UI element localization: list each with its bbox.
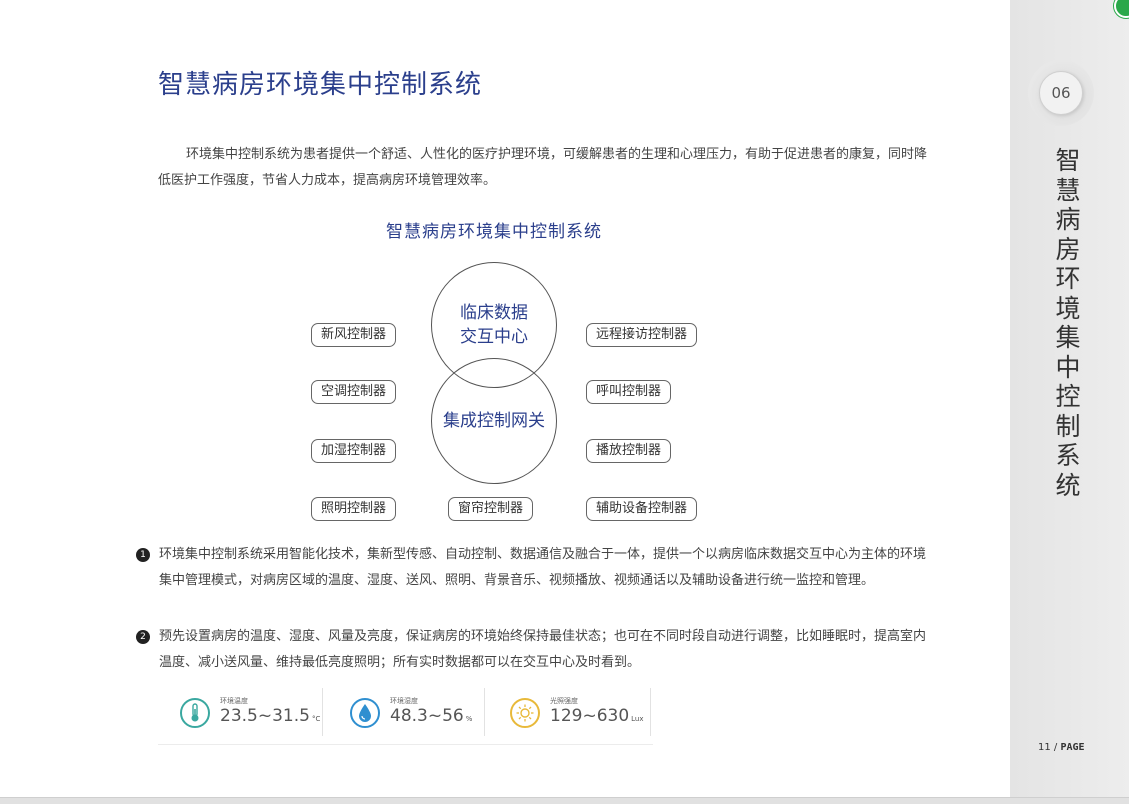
bullet-number: 1	[136, 548, 150, 562]
circle-top-line-1: 临床数据	[460, 303, 528, 323]
thermometer-icon	[180, 698, 210, 728]
stat-label: 环境温度	[220, 697, 248, 705]
divider	[650, 688, 651, 736]
controller-playback: 播放控制器	[586, 439, 672, 463]
bullet-number: 2	[136, 630, 150, 644]
bullet-text: 环境集中控制系统采用智能化技术，集新型传感、自动控制、数据通信及融合于一体，提供…	[159, 547, 927, 588]
circle-gateway: 集成控制网关	[431, 358, 557, 484]
sun-icon	[510, 698, 540, 728]
stat-label: 光照强度	[550, 697, 578, 705]
sidebar-vertical-title: 智慧病房环境集中控制系统	[1055, 146, 1081, 500]
bullet-item-2: 2 预先设置病房的温度、湿度、风量及亮度，保证病房的环境始终保持最佳状态；也可在…	[136, 624, 936, 676]
controller-curtain: 窗帘控制器	[448, 497, 534, 521]
stat-value: 48.3~56%	[390, 706, 473, 726]
controller-air-conditioner: 空调控制器	[311, 380, 397, 404]
circle-bottom-label: 集成控制网关	[443, 411, 545, 431]
section-number: 06	[1039, 71, 1083, 115]
stats-strip: 环境温度 23.5~31.5 °C 环境湿度 48.3~56% 光照强度 129…	[158, 688, 653, 745]
bullet-text: 预先设置病房的温度、湿度、风量及亮度，保证病房的环境始终保持最佳状态；也可在不同…	[159, 629, 927, 670]
controller-humidifier: 加湿控制器	[311, 439, 397, 463]
bullet-item-1: 1 环境集中控制系统采用智能化技术，集新型传感、自动控制、数据通信及融合于一体，…	[136, 542, 936, 594]
diagram-title: 智慧病房环境集中控制系统	[386, 222, 602, 242]
circle-top-line-2: 交互中心	[460, 327, 528, 347]
section-number-badge: 06	[1028, 60, 1094, 126]
controller-call: 呼叫控制器	[586, 380, 672, 404]
water-drop-icon	[350, 698, 380, 728]
controller-remote-visit: 远程接访控制器	[586, 323, 698, 347]
page-title: 智慧病房环境集中控制系统	[158, 70, 483, 100]
controller-auxiliary: 辅助设备控制器	[586, 497, 698, 521]
stat-label: 环境湿度	[390, 697, 418, 705]
stat-value: 129~630 Lux	[550, 706, 644, 726]
controller-fresh-air: 新风控制器	[311, 323, 397, 347]
divider	[484, 688, 485, 736]
divider	[322, 688, 323, 736]
stat-value: 23.5~31.5 °C	[220, 706, 321, 726]
intro-paragraph: 环境集中控制系统为患者提供一个舒适、人性化的医疗护理环境，可缓解患者的生理和心理…	[158, 147, 928, 188]
controller-lighting: 照明控制器	[311, 497, 397, 521]
page-number: 11 / PAGE	[1038, 742, 1085, 753]
